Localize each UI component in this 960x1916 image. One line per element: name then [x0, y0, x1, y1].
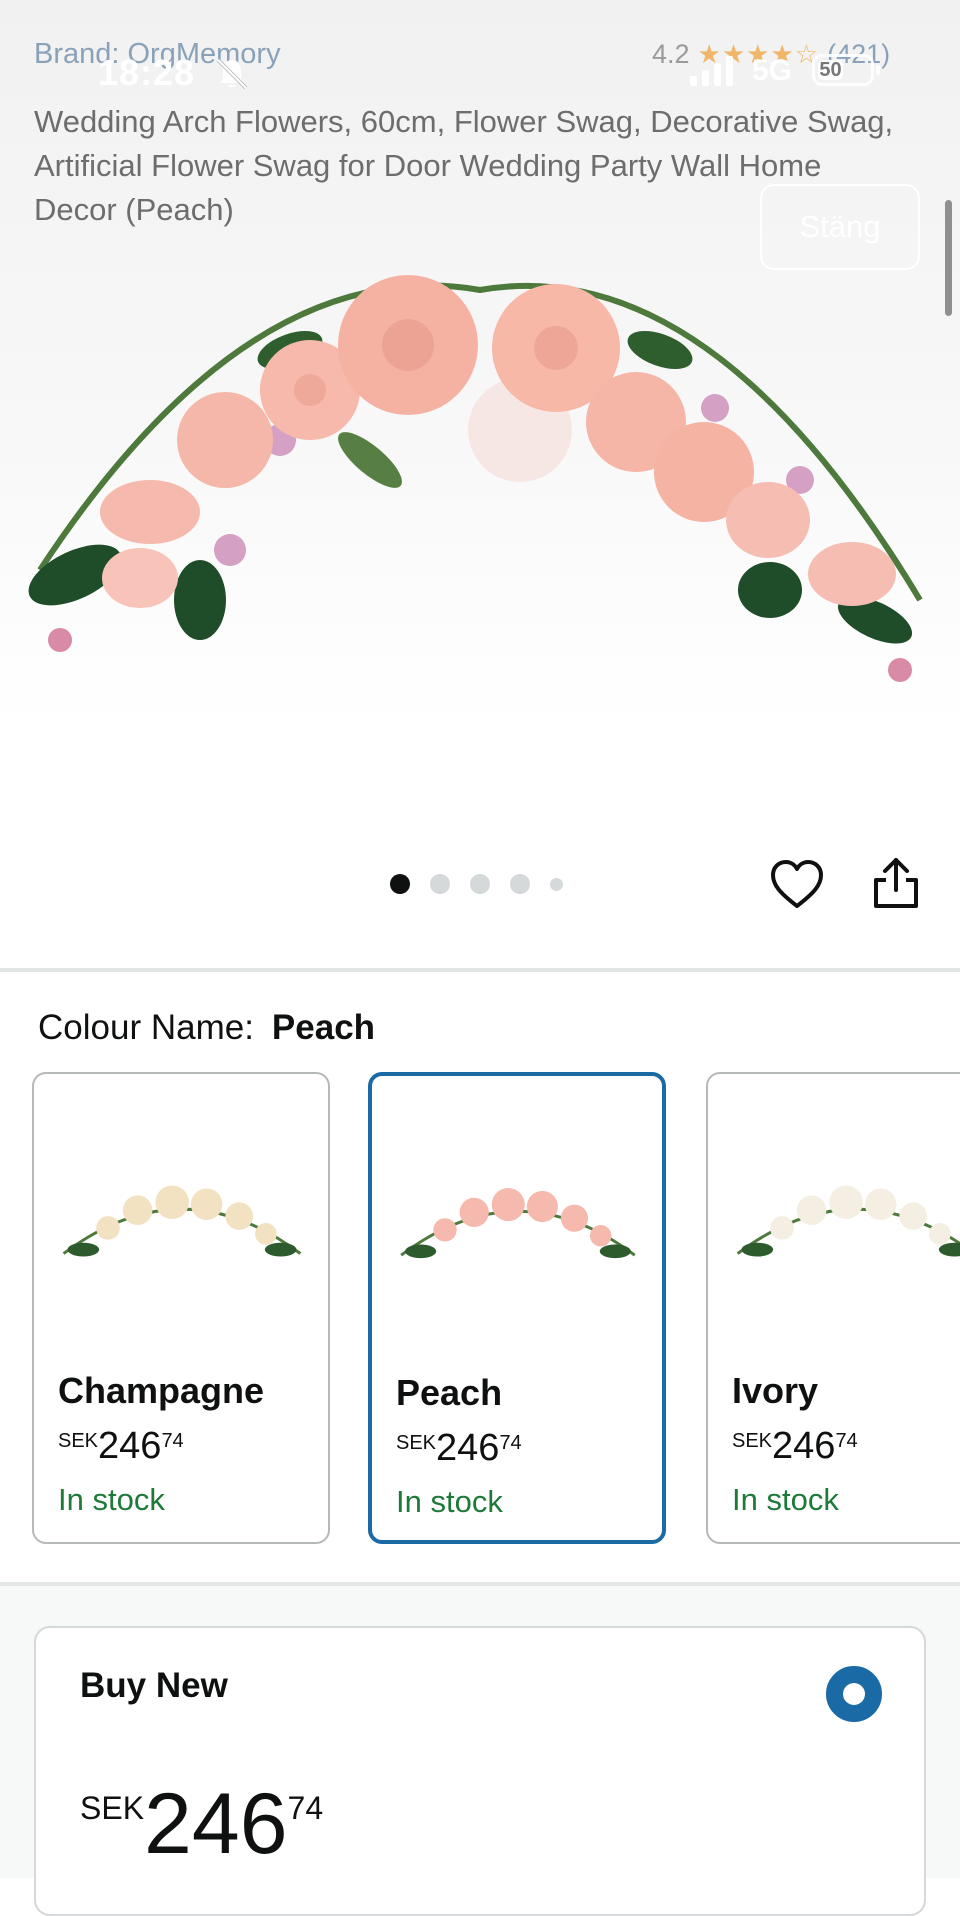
colour-name-caption: Colour Name: — [38, 1008, 254, 1047]
product-image[interactable] — [0, 230, 960, 730]
price-whole: 246 — [436, 1427, 500, 1469]
stock-status: In stock — [58, 1482, 165, 1517]
carousel-dot[interactable] — [510, 874, 530, 894]
variant-thumbnail — [736, 1185, 960, 1257]
battery-level: 50 — [818, 59, 843, 81]
carousel-dot[interactable] — [470, 874, 490, 894]
price-currency: SEK — [396, 1432, 437, 1454]
bell-muted-icon — [216, 58, 248, 90]
price-fraction: 74 — [835, 1430, 858, 1452]
carousel-dot[interactable] — [390, 874, 410, 894]
price-currency: SEK — [80, 1790, 145, 1826]
status-time: 18:28 — [98, 52, 196, 93]
price-currency: SEK — [58, 1430, 99, 1452]
buy-new-radio-button[interactable] — [826, 1666, 882, 1722]
variant-price: SEK 246 74 — [396, 1426, 522, 1470]
variant-price: SEK 246 74 — [732, 1424, 858, 1468]
colour-name-label: Colour Name: Peach — [38, 1008, 375, 1048]
status-bar: 18:28 5G 50 — [0, 44, 960, 100]
variant-name: Peach — [396, 1372, 503, 1413]
variant-thumbnail — [62, 1185, 302, 1257]
price-whole: 246 — [772, 1425, 836, 1467]
carousel-dot[interactable] — [430, 874, 450, 894]
price-whole: 246 — [144, 1776, 288, 1872]
price-currency: SEK — [732, 1430, 773, 1452]
variant-thumbnail — [400, 1188, 636, 1259]
price-whole: 246 — [98, 1425, 162, 1467]
variant-name: Champagne — [58, 1370, 265, 1411]
variant-card-ivory[interactable]: Ivory SEK 246 74 In stock — [706, 1072, 960, 1544]
variant-name: Ivory — [732, 1370, 819, 1411]
carousel-dot[interactable] — [550, 877, 563, 891]
battery-icon: 50 — [812, 54, 880, 86]
signal-icon — [690, 56, 733, 86]
variant-card-champagne[interactable]: Champagne SEK 246 74 In stock — [32, 1072, 330, 1544]
heart-icon[interactable] — [768, 856, 826, 914]
buy-new-option[interactable]: Buy New SEK 246 74 — [34, 1626, 926, 1916]
price-fraction: 74 — [287, 1790, 324, 1826]
product-image-gallery: 18:28 5G 50 Brand: OrgMemory 4.2 ★★★★☆ (… — [0, 0, 960, 968]
price-fraction: 74 — [161, 1430, 184, 1452]
carousel-indicator[interactable] — [390, 874, 563, 894]
variant-card-peach[interactable]: Peach SEK 246 74 In stock — [368, 1072, 666, 1544]
network-type: 5G — [752, 54, 793, 87]
flower-swag-illustration — [28, 275, 923, 682]
share-icon[interactable] — [870, 854, 922, 912]
stock-status: In stock — [732, 1482, 839, 1517]
price-fraction: 74 — [499, 1432, 522, 1454]
buy-new-price: SEK 246 74 — [80, 1778, 323, 1870]
variant-price: SEK 246 74 — [58, 1424, 184, 1468]
buy-new-label: Buy New — [80, 1666, 228, 1705]
section-divider — [0, 968, 960, 972]
selected-colour: Peach — [271, 1008, 376, 1047]
stock-status: In stock — [396, 1484, 503, 1519]
